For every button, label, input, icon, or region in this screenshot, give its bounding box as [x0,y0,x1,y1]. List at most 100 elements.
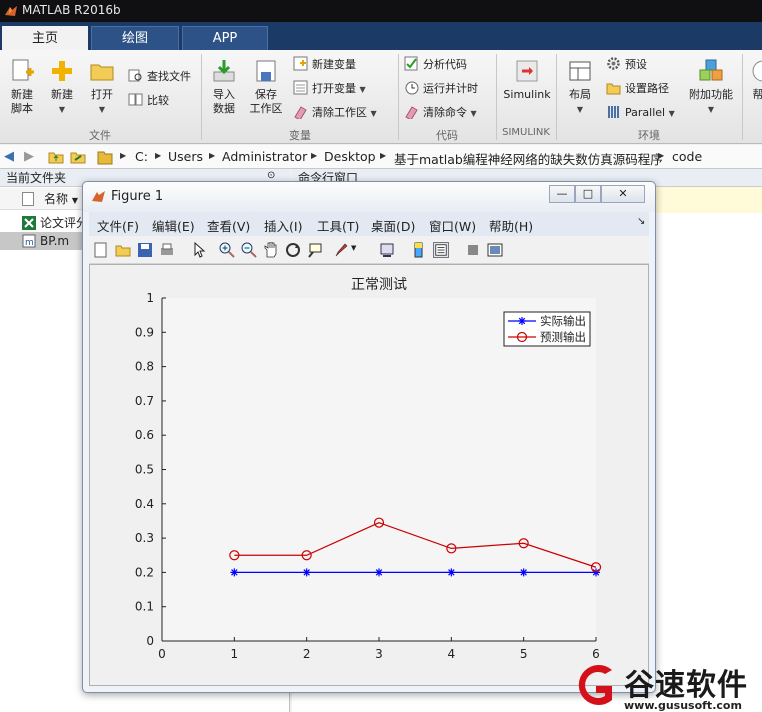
back-arrow-icon[interactable]: ◀ [4,149,14,164]
path-separator-icon: ▶ [209,151,216,160]
section-environment-label: 环境 [638,129,660,142]
open-variable-dropdown-icon[interactable]: ▼ [360,85,366,94]
menu-insert[interactable]: 插入(I) [264,216,302,235]
browse-folder-icon[interactable] [70,149,86,165]
import-data-button[interactable]: 导入 数据 [206,58,242,116]
x-tick-label: 0 [158,647,166,661]
analyze-code-button[interactable]: 分析代码 [404,56,467,74]
save-icon[interactable] [137,242,153,258]
parallel-dropdown-icon[interactable]: ▼ [669,109,675,118]
new-dropdown-icon[interactable]: ▼ [59,105,65,114]
path-segment[interactable]: C: [135,149,148,164]
figure-titlebar[interactable]: Figure 1 — □ ✕ [83,182,655,212]
run-and-time-button[interactable]: 运行并计时 [404,80,478,98]
help-icon [752,60,762,82]
clear-commands-button[interactable]: 清除命令 ▼ [404,104,477,122]
menu-tools[interactable]: 工具(T) [317,216,359,235]
analyze-code-icon [404,56,418,71]
forward-arrow-icon[interactable]: ▶ [24,149,34,164]
layout-button[interactable]: 布局 ▼ [562,58,598,117]
rotate-3d-icon[interactable] [285,242,301,258]
help-button[interactable]: 帮 [748,58,762,102]
colorbar-icon[interactable] [411,242,427,258]
menu-view[interactable]: 查看(V) [207,216,250,235]
menu-file[interactable]: 文件(F) [97,216,139,235]
set-path-button[interactable]: 设置路径 [606,80,669,98]
path-segment[interactable]: 基于matlab编程神经网络的缺失数仿真源码程序 [394,149,663,168]
y-tick-label: 0.5 [135,463,154,477]
new-figure-icon[interactable] [93,242,109,258]
new-button[interactable]: 新建 ▼ [44,58,80,117]
find-files-button[interactable]: 查找文件 [128,68,191,86]
line-chart[interactable]: 正常测试 0123456 00.10.20.30.40.50.60.70.80.… [90,265,648,685]
x-tick-label: 1 [231,647,239,661]
watermark-brand: 谷速软件 [624,668,748,703]
simulink-icon [516,60,538,82]
menu-help[interactable]: 帮助(H) [489,216,533,235]
simulink-button[interactable]: Simulink [500,58,554,102]
clear-workspace-button[interactable]: 清除工作区 ▼ [293,104,377,122]
preferences-button[interactable]: 预设 [606,56,647,74]
addons-dropdown-icon[interactable]: ▼ [708,105,714,114]
up-folder-icon[interactable] [48,149,64,165]
menu-edit[interactable]: 编辑(E) [152,216,195,235]
open-variable-label: 打开变量 [312,82,356,95]
watermark-logo: 谷速软件 www.gususoft.com [566,658,762,712]
path-segment[interactable]: Users [168,149,203,164]
y-tick-label: 0.1 [135,600,154,614]
legend-entry: 实际输出 [540,314,586,328]
brush-dropdown-icon[interactable]: ▼ [351,244,356,252]
panel-menu-icon[interactable]: ⊙ [267,170,275,181]
sort-arrow-icon: ▼ [71,196,78,205]
compare-button[interactable]: 比较 [128,92,169,110]
print-icon[interactable] [159,242,175,258]
tab-apps[interactable]: APP [182,26,268,50]
clear-commands-icon [405,106,418,119]
watermark-url: www.gususoft.com [624,699,742,712]
app-titlebar: MATLAB R2016b [0,0,762,22]
clear-commands-dropdown-icon[interactable]: ▼ [471,109,477,118]
y-tick-label: 0.9 [135,325,154,339]
hide-plot-tools-icon[interactable] [465,242,481,258]
select-pointer-icon[interactable] [191,242,207,258]
minimize-button[interactable]: — [549,185,575,203]
show-plot-tools-icon[interactable] [487,242,503,258]
tab-plots[interactable]: 绘图 [91,26,179,50]
menu-desktop[interactable]: 桌面(D) [371,216,415,235]
new-script-button[interactable]: 新建 脚本 [4,58,40,116]
tab-home[interactable]: 主页 [2,26,88,50]
open-dropdown-icon[interactable]: ▼ [99,105,105,114]
parallel-button[interactable]: Parallel ▼ [606,104,675,122]
path-segment[interactable]: code [672,149,702,164]
address-bar: ◀ ▶ ▶ C: ▶ Users ▶ Administrator ▶ Deskt… [0,145,762,169]
menu-dock-arrow-icon[interactable]: ↘ [637,216,645,227]
excel-file-icon [22,216,36,230]
open-file-icon[interactable] [115,242,131,258]
save-workspace-button[interactable]: 保存 工作区 [246,58,286,116]
zoom-in-icon[interactable] [219,242,235,258]
close-button[interactable]: ✕ [601,185,645,203]
clear-workspace-dropdown-icon[interactable]: ▼ [371,109,377,118]
new-variable-button[interactable]: 新建变量 [293,56,356,74]
data-cursor-icon[interactable] [307,242,323,258]
new-variable-icon [293,56,308,71]
path-segment[interactable]: Desktop [324,149,376,164]
addons-button[interactable]: 附加功能 ▼ [686,58,736,117]
legend-icon[interactable] [433,242,449,258]
open-variable-button[interactable]: 打开变量 ▼ [293,80,366,98]
layout-icon [569,61,591,81]
maximize-button[interactable]: □ [575,185,601,203]
link-plot-icon[interactable] [379,242,395,258]
menu-window[interactable]: 窗口(W) [429,216,476,235]
open-button[interactable]: 打开 ▼ [84,58,120,117]
figure-window[interactable]: Figure 1 — □ ✕ 文件(F) 编辑(E) 查看(V) 插入(I) 工… [82,181,656,693]
path-segment[interactable]: Administrator [222,149,307,164]
x-tick-label: 5 [520,647,528,661]
open-label: 打开 [91,88,113,101]
brush-icon[interactable] [333,242,349,258]
layout-label: 布局 [569,88,591,101]
figure-canvas[interactable]: 正常测试 0123456 0 0.1 0.2 0.3 0.4 0.5 0.6 0.7 0.8 0.… [89,264,649,686]
layout-dropdown-icon[interactable]: ▼ [577,105,583,114]
pan-hand-icon[interactable] [263,242,279,258]
zoom-out-icon[interactable] [241,242,257,258]
